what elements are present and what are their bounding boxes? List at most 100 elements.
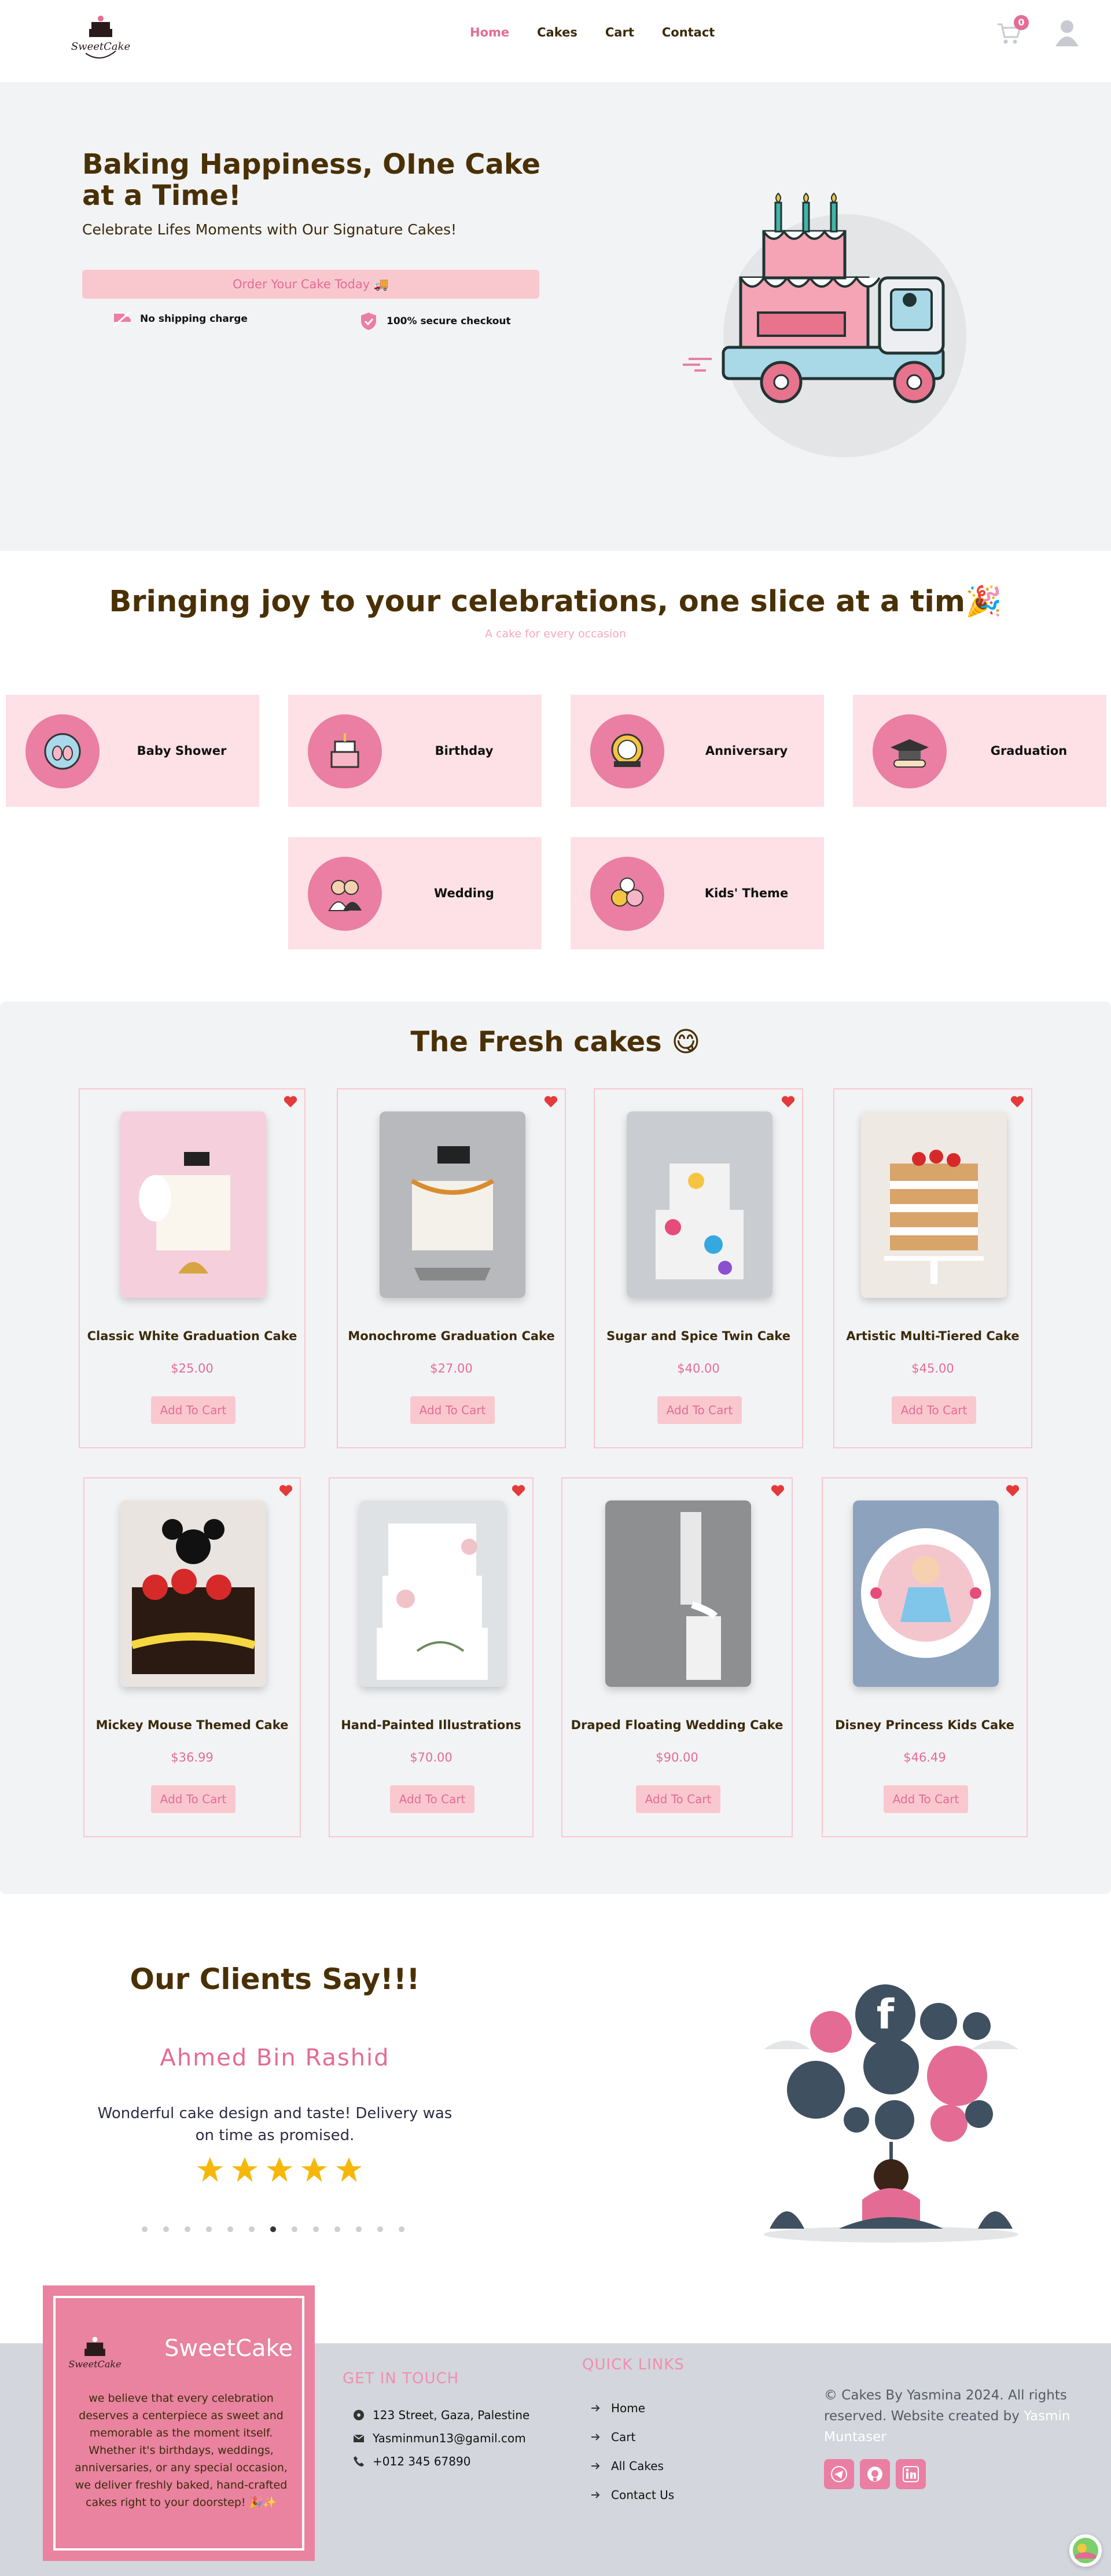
anniversary-badge-icon: [590, 714, 664, 788]
linkedin-button[interactable]: [896, 2459, 926, 2489]
cake-truck-illustration: [683, 192, 966, 457]
baby-feet-icon: [25, 714, 100, 788]
footer-link-home[interactable]: Home: [590, 2401, 645, 2415]
carousel-dots: [142, 2226, 404, 2232]
shipping-icon: [113, 310, 131, 328]
cake-image[interactable]: [120, 1500, 266, 1687]
carousel-dot[interactable]: [185, 2226, 190, 2232]
occasion-card-birthday[interactable]: Birthday: [288, 695, 542, 807]
heart-icon[interactable]: [279, 1484, 293, 1497]
carousel-dot[interactable]: [206, 2226, 212, 2232]
cake-price: $46.49: [903, 1751, 946, 1764]
svg-text:SweetCake: SweetCake: [68, 2359, 121, 2370]
sweetcake-logo[interactable]: SweetCake: [68, 5, 133, 69]
order-cake-button[interactable]: Order Your Cake Today 🚚: [82, 270, 539, 299]
perk-label: 100% secure checkout: [387, 315, 511, 327]
carousel-dot[interactable]: [377, 2226, 383, 2232]
chat-widget-button[interactable]: [1069, 2534, 1102, 2567]
rating-stars: [194, 2155, 365, 2186]
footer-link-cart[interactable]: Cart: [590, 2430, 635, 2444]
heart-icon[interactable]: [1006, 1484, 1020, 1497]
cake-image[interactable]: [853, 1500, 999, 1687]
about-text: we believe that every celebration deserv…: [75, 2392, 288, 2509]
carousel-dot[interactable]: [249, 2226, 255, 2232]
occasion-label: Kids' Theme: [704, 886, 789, 900]
birthday-cake-icon: [308, 714, 382, 788]
heart-icon[interactable]: [512, 1484, 525, 1497]
occasion-label: Wedding: [434, 886, 494, 900]
occasion-card-graduation[interactable]: Graduation: [853, 695, 1106, 807]
site-header: SweetCake Home Cakes Cart Contact 0: [0, 0, 1111, 82]
hero-title: Baking Happiness, OIne Cake at a Time!: [82, 148, 541, 212]
cake-image[interactable]: [359, 1500, 505, 1687]
add-to-cart-button[interactable]: Add To Cart: [892, 1396, 976, 1424]
occasion-card-anniversary[interactable]: Anniversary: [571, 695, 824, 807]
cake-image[interactable]: [120, 1111, 266, 1298]
contact-text: 123 Street, Gaza, Palestine: [373, 2408, 530, 2422]
footer-link-all-cakes[interactable]: All Cakes: [590, 2459, 664, 2473]
star-icon: [266, 2157, 293, 2182]
occasion-card-baby-shower[interactable]: Baby Shower: [6, 695, 259, 807]
carousel-dot[interactable]: [292, 2226, 297, 2232]
cake-card: Monochrome Graduation Cake $27.00 Add To…: [337, 1088, 566, 1448]
phone-icon: [354, 2456, 364, 2467]
footer-link-label: Home: [611, 2401, 646, 2415]
add-to-cart-button[interactable]: Add To Cart: [410, 1396, 495, 1424]
cart-count-badge: 0: [1014, 15, 1029, 30]
cake-card: Hand-Painted Illustrations $70.00 Add To…: [329, 1477, 534, 1837]
cake-image[interactable]: [380, 1111, 525, 1298]
star-icon: [231, 2157, 258, 2182]
carousel-dot-active[interactable]: [270, 2226, 276, 2232]
carousel-dot[interactable]: [334, 2226, 340, 2232]
heart-icon[interactable]: [781, 1095, 795, 1108]
linkedin-icon: [903, 2466, 919, 2482]
cake-price: $27.00: [430, 1362, 473, 1375]
carousel-dot[interactable]: [399, 2226, 404, 2232]
carousel-dot[interactable]: [163, 2226, 169, 2232]
github-button[interactable]: [860, 2459, 890, 2489]
heart-icon[interactable]: [544, 1095, 558, 1108]
cake-image[interactable]: [605, 1500, 751, 1687]
footer-link-contact-us[interactable]: Contact Us: [590, 2488, 674, 2502]
add-to-cart-button[interactable]: Add To Cart: [151, 1785, 236, 1813]
contact-address: 123 Street, Gaza, Palestine: [353, 2408, 529, 2422]
occasion-label: Baby Shower: [137, 744, 227, 758]
contact-phone[interactable]: +012 345 67890: [353, 2454, 470, 2468]
add-to-cart-button[interactable]: Add To Cart: [390, 1785, 474, 1813]
heart-icon[interactable]: [771, 1484, 785, 1497]
heart-icon[interactable]: [284, 1095, 297, 1108]
occasion-card-kids-theme[interactable]: Kids' Theme: [571, 837, 824, 949]
user-icon[interactable]: [1054, 19, 1080, 47]
perk-no-shipping: No shipping charge: [112, 309, 248, 329]
cake-image[interactable]: [627, 1111, 772, 1298]
carousel-dot[interactable]: [356, 2226, 362, 2232]
add-to-cart-button[interactable]: Add To Cart: [884, 1785, 968, 1813]
about-card-border: SweetCake SweetCake we believe that ever…: [53, 2296, 304, 2551]
cake-price: $90.00: [656, 1751, 698, 1764]
carousel-dot[interactable]: [142, 2226, 148, 2232]
occasions-title: Bringing joy to your celebrations, one s…: [109, 585, 1002, 619]
widget-icon: [1073, 2538, 1098, 2563]
fresh-cakes-title: The Fresh cakes 😋: [410, 1026, 701, 1058]
carousel-dot[interactable]: [227, 2226, 233, 2232]
arrow-right-icon: [591, 2491, 600, 2498]
nav-cart[interactable]: Cart: [605, 25, 634, 39]
cake-name: Classic White Graduation Cake: [87, 1329, 297, 1343]
add-to-cart-button[interactable]: Add To Cart: [657, 1396, 742, 1424]
contact-email[interactable]: Yasminmun13@gamil.com: [353, 2431, 526, 2445]
nav-home[interactable]: Home: [470, 25, 509, 39]
wedding-couple-icon: [308, 857, 382, 931]
occasion-card-wedding[interactable]: Wedding: [288, 837, 542, 949]
shield-check-icon: [361, 313, 376, 330]
cake-price: $36.99: [171, 1751, 214, 1764]
cake-image[interactable]: [861, 1111, 1007, 1298]
add-to-cart-button[interactable]: Add To Cart: [636, 1785, 720, 1813]
envelope-icon: [353, 2434, 365, 2442]
carousel-dot[interactable]: [313, 2226, 319, 2232]
nav-contact[interactable]: Contact: [662, 25, 715, 39]
telegram-button[interactable]: [824, 2459, 854, 2489]
contact-text: Yasminmun13@gamil.com: [373, 2431, 526, 2445]
heart-icon[interactable]: [1010, 1095, 1024, 1108]
add-to-cart-button[interactable]: Add To Cart: [151, 1396, 236, 1424]
nav-cakes[interactable]: Cakes: [537, 25, 577, 39]
